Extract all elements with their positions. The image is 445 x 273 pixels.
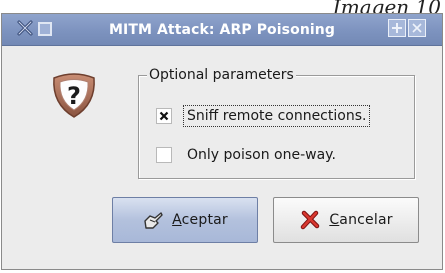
group-title: Optional parameters bbox=[147, 66, 296, 84]
title-bar[interactable]: MITM Attack: ARP Poisoning bbox=[2, 14, 442, 46]
accept-label: Aceptar bbox=[172, 212, 228, 228]
cancel-x-icon bbox=[299, 209, 321, 231]
question-icon: ? bbox=[48, 68, 100, 120]
sniff-remote-checkbox[interactable] bbox=[156, 108, 172, 124]
cancel-button[interactable]: Cancelar bbox=[273, 197, 419, 243]
accept-hand-icon bbox=[142, 209, 164, 231]
one-way-checkbox[interactable] bbox=[156, 147, 172, 163]
sniff-remote-label[interactable]: Sniff remote connections. bbox=[183, 105, 371, 127]
arp-poisoning-dialog: MITM Attack: ARP Poisoning ? Optional pa… bbox=[1, 13, 443, 270]
maximize-icon[interactable] bbox=[388, 19, 406, 37]
window-title: MITM Attack: ARP Poisoning bbox=[109, 22, 335, 38]
optional-parameters-group: Optional parameters Sniff remote connect… bbox=[138, 66, 415, 179]
accept-button[interactable]: Aceptar bbox=[112, 197, 258, 243]
one-way-label[interactable]: Only poison one-way. bbox=[187, 146, 336, 164]
minimize-icon[interactable] bbox=[408, 19, 426, 37]
svg-text:?: ? bbox=[67, 82, 81, 110]
cancel-label: Cancelar bbox=[329, 212, 393, 228]
